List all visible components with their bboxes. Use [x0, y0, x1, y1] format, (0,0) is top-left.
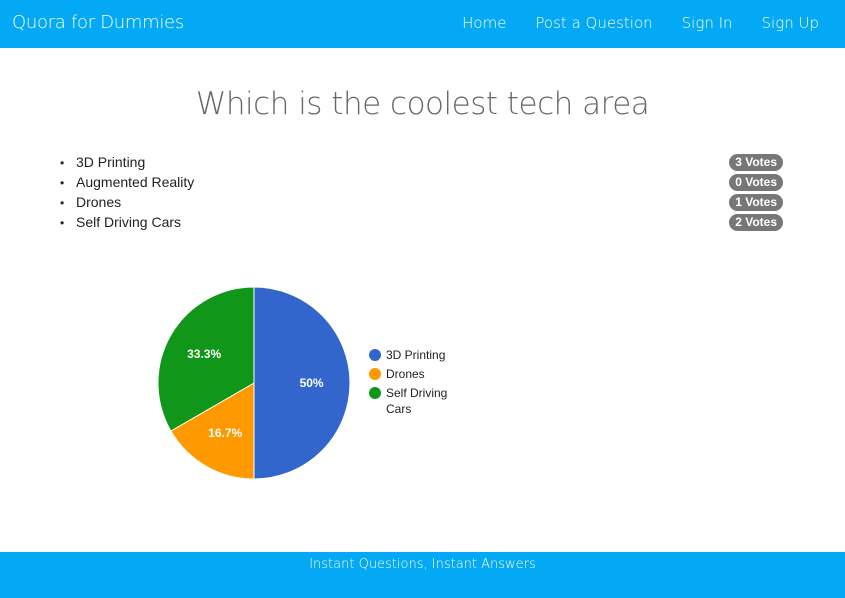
pie-slice-label: 33.3% — [187, 347, 221, 361]
bullet-icon: • — [60, 216, 65, 230]
legend-swatch — [369, 349, 381, 361]
legend-label: Self Driving — [386, 386, 447, 400]
option-label: 3D Printing — [76, 154, 146, 170]
option-label: Self Driving Cars — [76, 214, 182, 230]
nav-link-sign-in[interactable]: Sign In — [682, 14, 733, 32]
brand-link[interactable]: Quora for Dummies — [12, 12, 184, 33]
nav-link-post-question[interactable]: Post a Question — [535, 14, 652, 32]
legend-swatch — [369, 368, 381, 380]
legend-swatch — [369, 387, 381, 399]
vote-count-badge: 0 Votes — [729, 174, 783, 191]
vote-count-badge: 1 Votes — [729, 194, 783, 211]
option-label: Augmented Reality — [76, 174, 195, 190]
vote-count-badge: 2 Votes — [729, 214, 783, 231]
question-title: Which is the coolest tech area — [195, 86, 650, 122]
pie-chart-svg: 50% 16.7% 33.3% 3D Printing Drones Self Drivi… — [157, 286, 447, 480]
option-label: Drones — [76, 194, 122, 210]
navbar: Quora for Dummies Home Post a Question S… — [0, 0, 845, 48]
footer: Instant Questions, Instant Answers — [0, 552, 845, 598]
pie-slice-label: 50% — [300, 376, 324, 390]
pie-slice-label: 16.7% — [208, 426, 242, 440]
option-item[interactable]: • Augmented Reality 0 Votes — [60, 172, 785, 192]
option-item[interactable]: • 3D Printing 3 Votes — [60, 152, 785, 172]
option-item[interactable]: • Self Driving Cars 2 Votes — [60, 212, 785, 232]
legend-label: Drones — [386, 367, 425, 381]
vote-count-badge: 3 Votes — [729, 154, 783, 171]
bullet-icon: • — [60, 176, 65, 190]
footer-tagline: Instant Questions, Instant Answers — [309, 557, 536, 572]
bullet-icon: • — [60, 156, 65, 170]
options-list: • 3D Printing 3 Votes • Augmented Reality … — [60, 152, 785, 232]
bullet-icon: • — [60, 196, 65, 210]
nav-links: Home Post a Question Sign In Sign Up — [462, 14, 819, 32]
option-item[interactable]: • Drones 1 Votes — [60, 192, 785, 212]
nav-link-home[interactable]: Home — [462, 14, 506, 32]
votes-pie-chart: 50% 16.7% 33.3% 3D Printing Drones Self Drivi… — [150, 280, 490, 490]
nav-link-sign-up[interactable]: Sign Up — [762, 14, 819, 32]
legend-label: 3D Printing — [386, 348, 445, 362]
legend-label: Cars — [386, 402, 411, 416]
